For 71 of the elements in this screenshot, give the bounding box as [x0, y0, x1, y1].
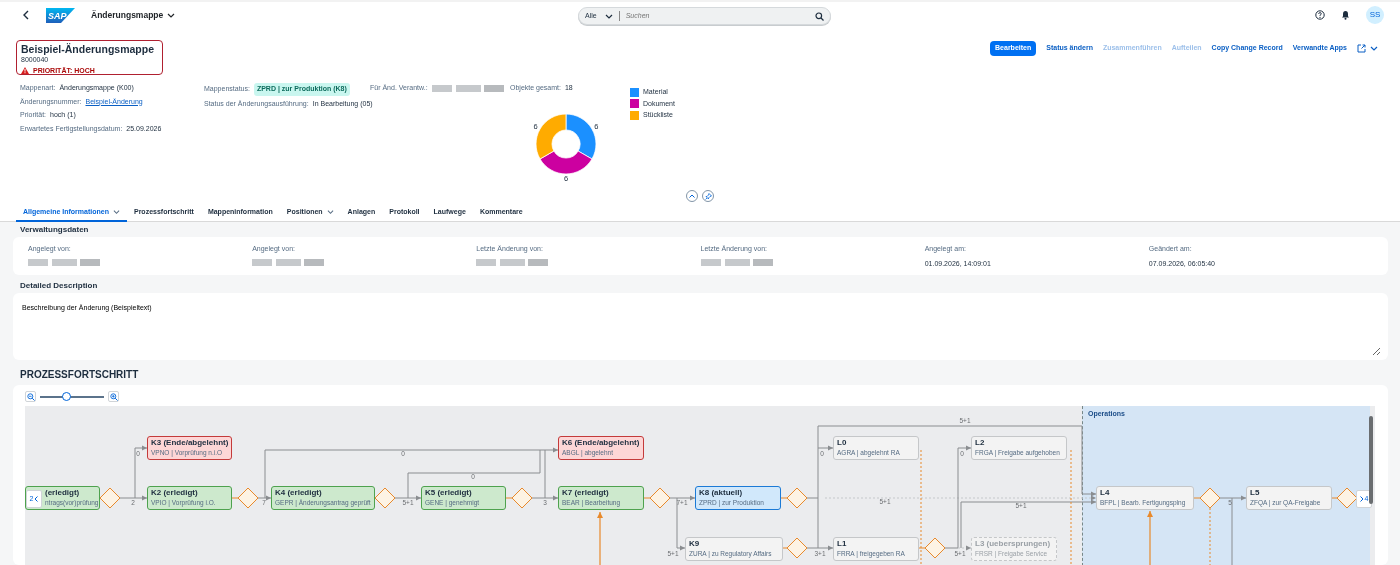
connector-arrow — [1147, 510, 1153, 565]
zoom-in-button[interactable] — [108, 391, 119, 402]
connector-line — [231, 497, 239, 499]
search-icon[interactable] — [815, 11, 824, 21]
connector-arrow — [806, 545, 834, 551]
share-menu-button[interactable] — [1357, 41, 1378, 55]
scrollbar-thumb[interactable] — [1369, 416, 1373, 504]
connector-line — [643, 497, 651, 499]
node-title: K9 — [689, 540, 701, 548]
legend-swatch — [630, 110, 639, 120]
node-title: L1 — [837, 540, 848, 548]
back-icon[interactable] — [22, 10, 30, 20]
warning-icon — [21, 67, 29, 75]
gateway-diamond — [1199, 487, 1221, 509]
help-icon[interactable] — [1315, 10, 1325, 20]
gateway-diamond — [511, 487, 533, 509]
connector-arrow — [1219, 495, 1247, 501]
gateway-diamond — [786, 487, 808, 509]
blurred-value — [28, 258, 100, 266]
node-title: K2 (erledigt) — [151, 489, 199, 497]
caret-icon — [604, 12, 613, 20]
connector-line — [1193, 497, 1201, 499]
connector-line — [782, 547, 788, 549]
node-title: L4 — [1100, 489, 1111, 497]
section-title: Detailed Description — [19, 280, 99, 292]
caret-icon — [167, 11, 176, 19]
gateway-diamond — [237, 487, 259, 509]
node-title: K8 (aktuell) — [699, 489, 744, 497]
object-title: Beispiel-Änderungsmappe — [21, 43, 156, 55]
gateway-diamond — [786, 537, 808, 559]
node-title: L2 — [975, 439, 986, 447]
slider-thumb[interactable] — [62, 392, 72, 401]
chevron-left-icon — [34, 496, 39, 502]
connector-arrow — [597, 511, 603, 565]
notification-icon[interactable] — [1341, 10, 1350, 20]
gateway-diamond — [649, 487, 671, 509]
node-title: K7 (erledigt) — [562, 489, 610, 497]
connector-line — [817, 497, 819, 549]
connector-line — [1330, 497, 1338, 499]
node-title: K4 (erledigt) — [275, 489, 323, 497]
section-title: PROZESSFORTSCHRITT — [19, 368, 140, 382]
node-title: L5 — [1250, 489, 1261, 497]
collapse-button[interactable] — [686, 190, 698, 202]
connector-line — [780, 497, 788, 499]
pin-icon — [704, 192, 712, 200]
connector-line — [544, 449, 546, 499]
node-title: L3 (uebersprungen) — [975, 540, 1052, 548]
section-title: Verwaltungsdaten — [19, 224, 90, 236]
zoom-slider[interactable] — [40, 392, 104, 401]
user-avatar[interactable]: SS — [1366, 6, 1384, 24]
gateway-diamond — [374, 487, 396, 509]
legend-swatch — [630, 99, 639, 109]
gateway-diamond — [924, 537, 946, 559]
caret-icon — [1370, 44, 1378, 52]
chevron-right-icon — [1359, 496, 1364, 502]
node-title: L0 — [837, 439, 848, 447]
logo[interactable]: SAP — [46, 7, 75, 23]
node-title: K3 (Ende/abgelehnt) — [151, 439, 228, 447]
node-title: K5 (erledigt) — [425, 489, 473, 497]
node-title: K6 (Ende/abgelehnt) — [562, 439, 640, 447]
legend-swatch — [630, 87, 639, 97]
node-title: (erledigt) — [45, 489, 81, 497]
connector-line — [1209, 507, 1211, 565]
chevron-up-icon — [689, 194, 695, 198]
gateway-diamond — [1336, 487, 1358, 509]
gateway-diamond — [99, 487, 121, 509]
external-link-icon — [1357, 43, 1366, 53]
app-title-menu[interactable]: Änderungsmappe — [91, 8, 176, 22]
connector-line — [1231, 497, 1233, 565]
pin-button[interactable] — [702, 190, 714, 202]
zoom-out-button[interactable] — [25, 391, 36, 402]
